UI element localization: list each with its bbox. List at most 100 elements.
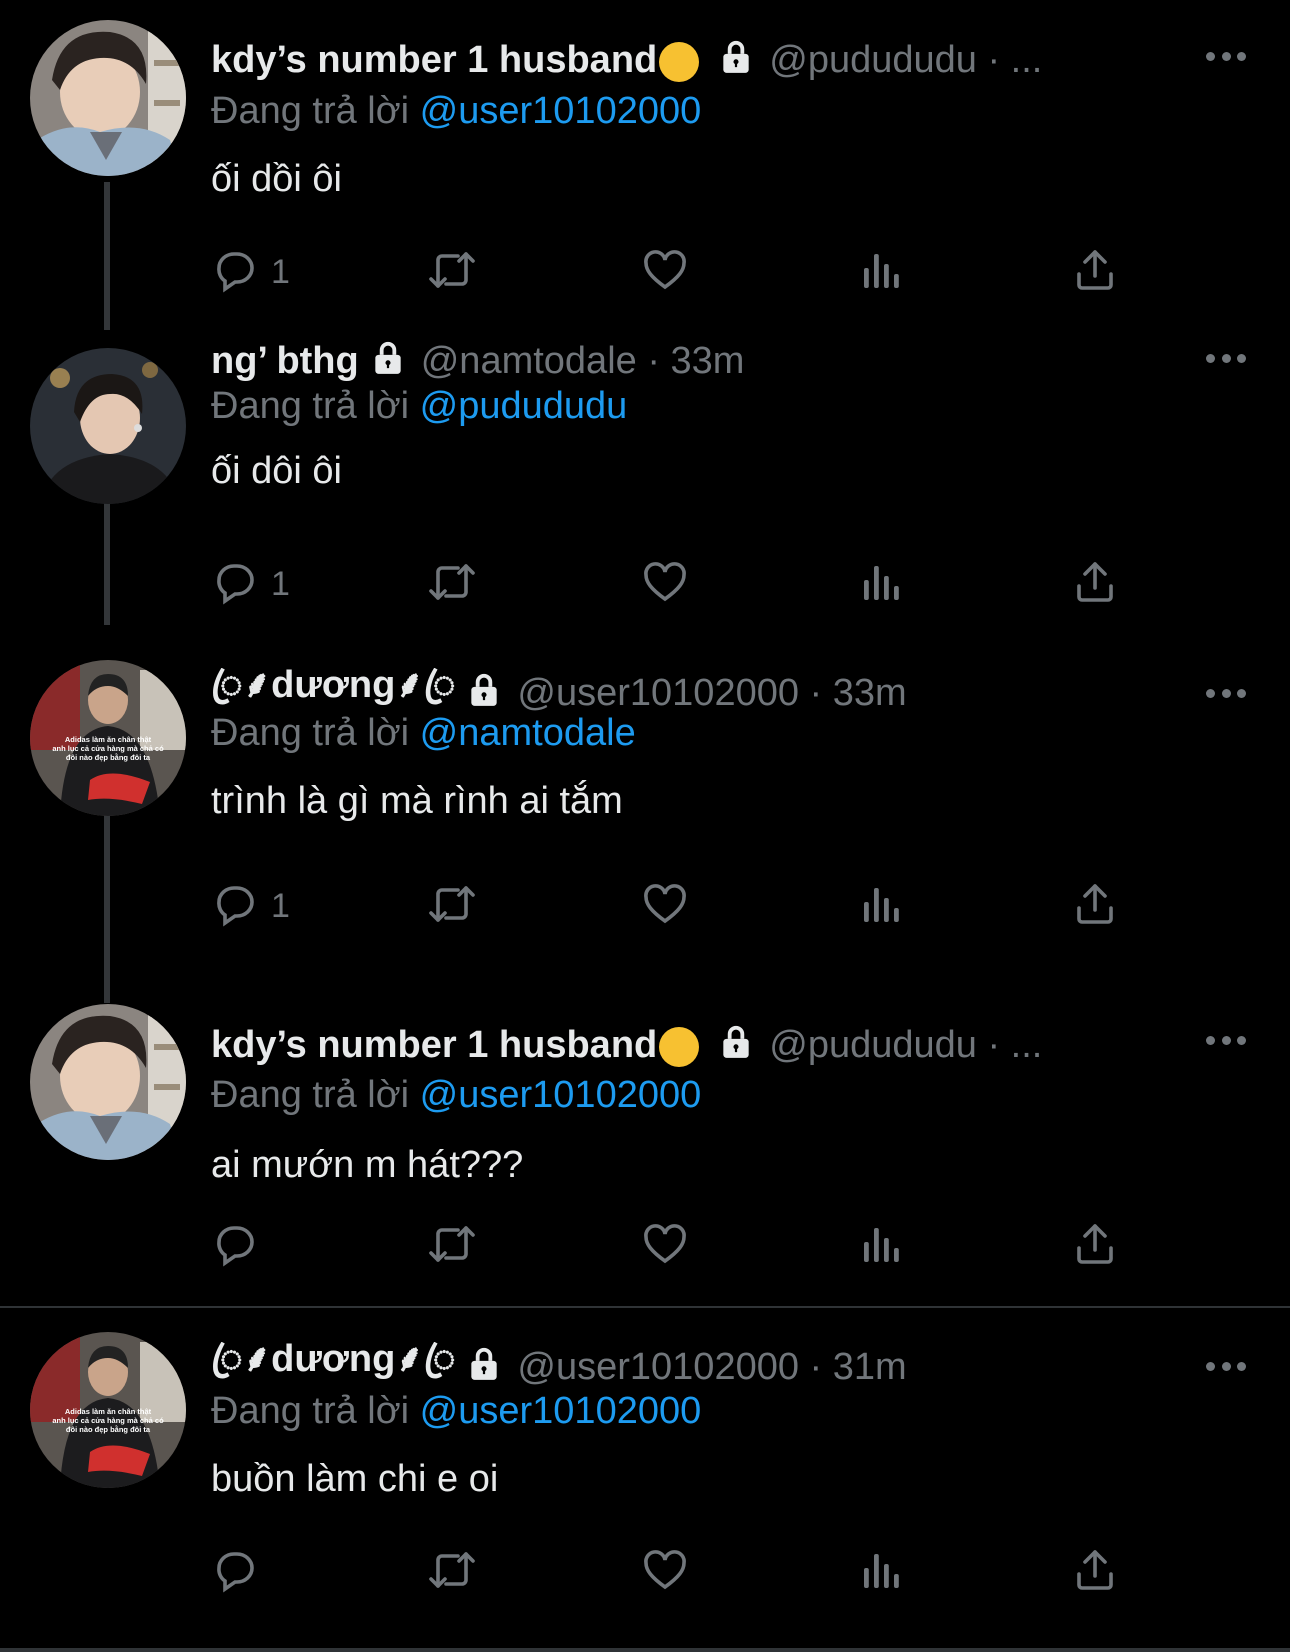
like-icon xyxy=(641,1220,689,1273)
share-button[interactable] xyxy=(1071,556,1119,612)
reply-button[interactable] xyxy=(211,1218,271,1274)
like-button[interactable] xyxy=(641,244,689,300)
replying-label: Đang trả lời xyxy=(211,90,420,132)
user-handle[interactable]: @namtodale · 33m xyxy=(421,340,745,383)
views-icon xyxy=(856,1546,904,1599)
tweet[interactable]: Adidas làm ăn chân thật anh lục cả cửa h… xyxy=(0,630,1290,970)
avatar[interactable] xyxy=(30,20,186,176)
replying-to: Đang trả lời @user10102000 xyxy=(211,1390,701,1433)
avatar-caption: Adidas làm ăn chân thật xyxy=(65,735,152,744)
display-name[interactable]: ꦿ⸙dương⸙ꦿ xyxy=(211,668,455,718)
lock-icon xyxy=(465,671,503,718)
tweet-header: ng’ bthg @namtodale · 33m xyxy=(211,336,1140,386)
share-icon xyxy=(1071,246,1119,299)
avatar-caption: đôi nào đẹp bằng đôi ta xyxy=(66,753,151,762)
user-handle[interactable]: @user10102000 · 31m xyxy=(517,1346,906,1389)
views-button[interactable] xyxy=(856,878,904,934)
tweet-header: kdy’s number 1 husband @pudududu · ... xyxy=(211,1020,1140,1070)
tired-face-emoji-icon xyxy=(659,42,700,82)
retweet-button[interactable] xyxy=(426,1218,478,1274)
mention-link[interactable]: @pudududu xyxy=(420,385,628,427)
replying-to: Đang trả lời @namtodale xyxy=(211,712,636,755)
avatar[interactable]: Adidas làm ăn chân thật anh lục cả cửa h… xyxy=(30,660,186,816)
retweet-button[interactable] xyxy=(426,556,478,612)
avatar-caption: Adidas làm ăn chân thật xyxy=(65,1407,152,1416)
views-button[interactable] xyxy=(856,1218,904,1274)
replying-label: Đang trả lời xyxy=(211,1390,420,1432)
like-button[interactable] xyxy=(641,878,689,934)
display-name[interactable]: ng’ bthg xyxy=(211,340,359,383)
share-button[interactable] xyxy=(1071,878,1119,934)
reply-icon xyxy=(211,880,259,933)
display-name[interactable]: kdy’s number 1 husband xyxy=(211,1024,657,1067)
more-icon[interactable] xyxy=(1206,352,1246,364)
tweet-actions xyxy=(211,1218,1131,1274)
avatar-caption: anh lục cả cửa hàng mà chả có xyxy=(52,1416,164,1425)
views-button[interactable] xyxy=(856,244,904,300)
retweet-icon xyxy=(426,880,478,933)
reply-count: 1 xyxy=(271,886,290,925)
replying-to: Đang trả lời @user10102000 xyxy=(211,1074,701,1117)
more-icon[interactable] xyxy=(1206,1360,1246,1372)
mention-link[interactable]: @user10102000 xyxy=(420,1074,702,1116)
share-button[interactable] xyxy=(1071,244,1119,300)
reply-button[interactable] xyxy=(211,1544,271,1600)
reply-count: 1 xyxy=(271,252,290,291)
user-handle[interactable]: @pudududu · ... xyxy=(769,1024,1042,1067)
like-button[interactable] xyxy=(641,1218,689,1274)
retweet-icon xyxy=(426,246,478,299)
reply-icon xyxy=(211,558,259,611)
more-icon[interactable] xyxy=(1206,687,1246,699)
like-button[interactable] xyxy=(641,556,689,612)
mention-link[interactable]: @namtodale xyxy=(420,712,636,754)
tired-face-emoji-icon xyxy=(659,1027,700,1067)
tweet[interactable]: Adidas làm ăn chân thật anh lục cả cửa h… xyxy=(0,1308,1290,1648)
tweet[interactable]: kdy’s number 1 husband @pudududu · ... Đ… xyxy=(0,0,1290,320)
tweet-text: ai mướn m hát??? xyxy=(211,1144,524,1186)
lock-icon xyxy=(465,1345,503,1392)
tweet[interactable]: ng’ bthg @namtodale · 33m Đang trả lời @… xyxy=(0,320,1290,630)
tweet[interactable]: kdy’s number 1 husband @pudududu · ... Đ… xyxy=(0,990,1290,1306)
retweet-button[interactable] xyxy=(426,878,478,934)
share-button[interactable] xyxy=(1071,1218,1119,1274)
tweet-actions: 1 xyxy=(211,244,1131,300)
share-icon xyxy=(1071,1220,1119,1273)
tweet-text: buồn làm chi e oi xyxy=(211,1458,499,1500)
bottom-divider xyxy=(0,1648,1290,1652)
retweet-button[interactable] xyxy=(426,1544,478,1600)
mention-link[interactable]: @user10102000 xyxy=(420,90,702,132)
avatar[interactable]: Adidas làm ăn chân thật anh lục cả cửa h… xyxy=(30,1332,186,1488)
retweet-button[interactable] xyxy=(426,244,478,300)
tweet-text: ối dồi ôi xyxy=(211,158,342,200)
views-button[interactable] xyxy=(856,1544,904,1600)
views-icon xyxy=(856,1220,904,1273)
more-icon[interactable] xyxy=(1206,1034,1246,1046)
views-icon xyxy=(856,246,904,299)
avatar[interactable] xyxy=(30,1004,186,1160)
tweet-actions: 1 xyxy=(211,878,1131,934)
like-icon xyxy=(641,880,689,933)
display-name[interactable]: ꦿ⸙dương⸙ꦿ xyxy=(211,1342,455,1392)
views-button[interactable] xyxy=(856,556,904,612)
user-handle[interactable]: @user10102000 · 33m xyxy=(517,672,906,715)
tweet-header: kdy’s number 1 husband @pudududu · ... xyxy=(211,35,1140,85)
like-button[interactable] xyxy=(641,1544,689,1600)
reply-icon xyxy=(211,1546,259,1599)
share-button[interactable] xyxy=(1071,1544,1119,1600)
replying-label: Đang trả lời xyxy=(211,385,420,427)
more-icon[interactable] xyxy=(1206,50,1246,62)
mention-link[interactable]: @user10102000 xyxy=(420,1390,702,1432)
replying-label: Đang trả lời xyxy=(211,712,420,754)
replying-label: Đang trả lời xyxy=(211,1074,420,1116)
views-icon xyxy=(856,880,904,933)
reply-button[interactable]: 1 xyxy=(211,556,290,612)
avatar[interactable] xyxy=(30,348,186,504)
share-icon xyxy=(1071,558,1119,611)
display-name[interactable]: kdy’s number 1 husband xyxy=(211,39,657,82)
retweet-icon xyxy=(426,1546,478,1599)
reply-button[interactable]: 1 xyxy=(211,244,290,300)
reply-button[interactable]: 1 xyxy=(211,878,290,934)
user-handle[interactable]: @pudududu · ... xyxy=(769,39,1042,82)
tweet-text: ối dôi ôi xyxy=(211,450,342,492)
like-icon xyxy=(641,246,689,299)
